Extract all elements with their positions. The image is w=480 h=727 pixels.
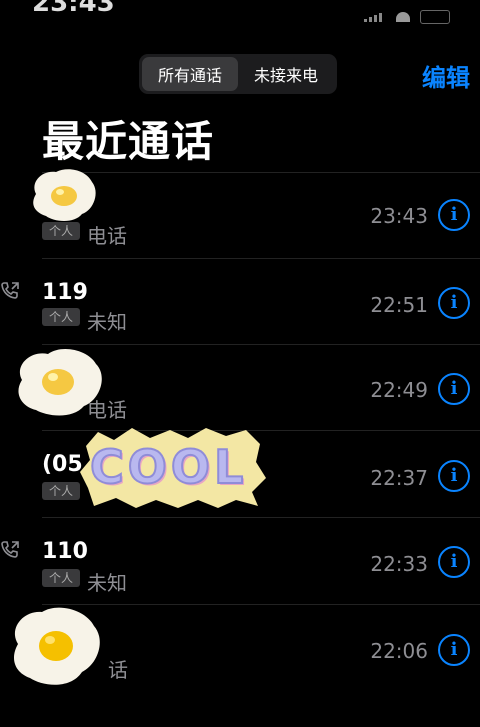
contact-tag: 个人 (42, 482, 80, 500)
contact-tag: 个人 (42, 308, 80, 326)
contact-tag: 个人 (42, 222, 80, 240)
call-time: 23:43 (370, 204, 428, 228)
edit-button[interactable]: 编辑 (422, 58, 470, 93)
call-time: 22:49 (370, 378, 428, 402)
info-icon[interactable]: i (438, 634, 470, 666)
egg-sticker (33, 169, 96, 221)
call-number: 119 (42, 280, 88, 305)
page-title: 最近通话 (42, 117, 215, 166)
tab-missed-calls[interactable]: 未接来电 (238, 57, 334, 91)
info-icon[interactable]: i (438, 373, 470, 405)
call-row[interactable]: 110 个人 未知 22:33 i (0, 517, 480, 603)
cool-sticker-text: COOL (89, 439, 248, 495)
status-time: 23:43 (32, 0, 115, 18)
divider (42, 172, 480, 173)
signal-icon (364, 12, 386, 22)
divider (42, 258, 480, 259)
info-icon[interactable]: i (438, 546, 470, 578)
call-time: 22:37 (370, 466, 428, 490)
tab-all-calls[interactable]: 所有通话 (142, 57, 238, 91)
call-filter-segment: 所有通话 未接来电 (139, 54, 337, 94)
wifi-icon (396, 12, 410, 22)
battery-icon (420, 10, 450, 24)
call-time: 22:33 (370, 552, 428, 576)
call-number: 110 (42, 539, 88, 564)
info-icon[interactable]: i (438, 199, 470, 231)
call-number: (05 (42, 452, 83, 477)
call-time: 22:06 (370, 639, 428, 663)
egg-sticker (18, 349, 102, 416)
call-row[interactable]: 119 个人 未知 22:51 i (0, 258, 480, 344)
call-type: 未知 (87, 571, 127, 595)
info-icon[interactable]: i (438, 460, 470, 492)
divider (42, 517, 480, 518)
call-type: 电话 (87, 224, 127, 248)
phone-outgoing-icon (1, 541, 19, 558)
divider (42, 604, 480, 605)
phone-outgoing-icon (1, 282, 19, 299)
status-icons (364, 10, 450, 24)
call-type: 话 (108, 658, 128, 682)
call-type: 未知 (87, 310, 127, 334)
egg-sticker (14, 607, 100, 685)
call-time: 22:51 (370, 293, 428, 317)
contact-tag: 个人 (42, 569, 80, 587)
info-icon[interactable]: i (438, 287, 470, 319)
cool-sticker: COOL (80, 426, 266, 508)
